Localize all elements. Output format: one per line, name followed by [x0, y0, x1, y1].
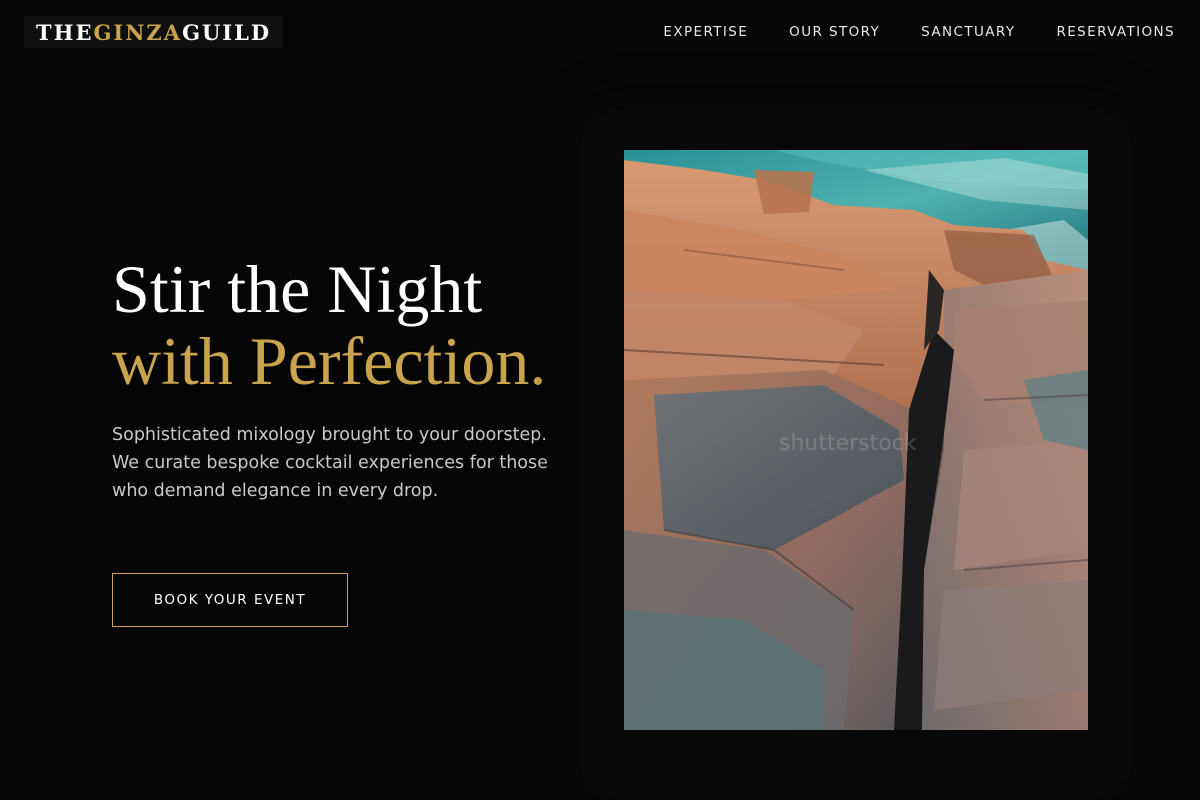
nav-link-our-story[interactable]: OUR STORY: [789, 23, 880, 41]
book-event-button[interactable]: BOOK YOUR EVENT: [112, 573, 348, 627]
brand-logo-part3: GUILD: [182, 19, 272, 45]
brand-logo[interactable]: THE GINZA GUILD: [24, 16, 284, 48]
nav-link-reservations[interactable]: RESERVATIONS: [1056, 23, 1175, 41]
hero-description: Sophisticated mixology brought to your d…: [112, 425, 548, 501]
svg-text:shutterstock: shutterstock: [779, 431, 917, 456]
hero-headline: Stir the Night with Perfection.: [112, 253, 546, 397]
hero-headline-line1: Stir the Night: [112, 251, 483, 327]
nav-link-sanctuary[interactable]: SANCTUARY: [921, 23, 1015, 41]
hero-headline-line2: with Perfection.: [112, 323, 547, 399]
brand-logo-part2: GINZA: [93, 19, 183, 45]
coastal-rocks-illustration: shutterstock: [624, 150, 1088, 730]
nav-link-expertise[interactable]: EXPERTISE: [663, 23, 748, 41]
main-nav: EXPERTISE OUR STORY SANCTUARY RESERVATIO…: [663, 23, 1175, 41]
brand-logo-part1: THE: [36, 19, 94, 45]
hero-image: shutterstock: [624, 150, 1088, 730]
